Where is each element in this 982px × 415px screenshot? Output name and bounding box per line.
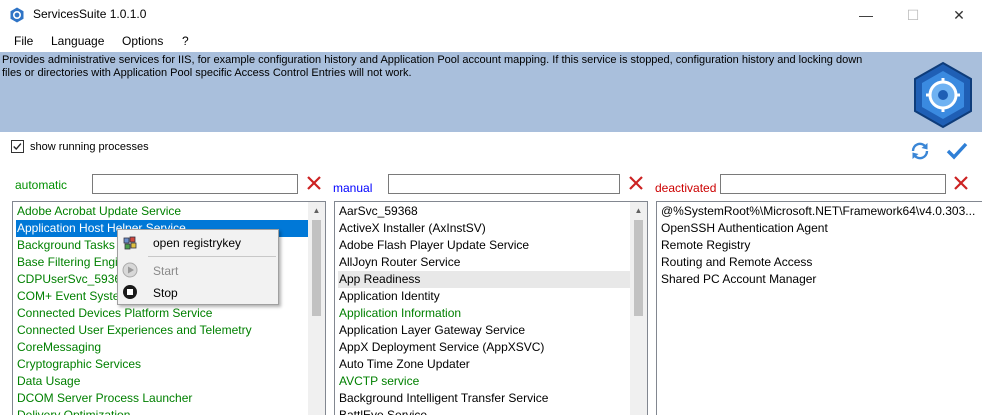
list-item[interactable]: AppX Deployment Service (AppXSVC) [339, 339, 544, 356]
maximize-button[interactable]: ☐ [890, 0, 936, 30]
list-item[interactable]: Connected Devices Platform Service [17, 305, 212, 322]
scroll-thumb[interactable] [312, 220, 321, 316]
stop-icon [123, 285, 137, 299]
scroll-up-icon[interactable]: ▲ [308, 202, 325, 219]
menu-language[interactable]: Language [51, 34, 104, 48]
automatic-label: automatic [15, 178, 68, 192]
list-item[interactable]: CDPUserSvc_59368 [17, 271, 128, 288]
close-button[interactable]: ✕ [936, 0, 982, 30]
list-item[interactable]: AVCTP service [339, 373, 419, 390]
scroll-thumb[interactable] [634, 220, 643, 316]
list-item[interactable]: ActiveX Installer (AxInstSV) [339, 220, 486, 237]
deactivated-services-list[interactable]: @%SystemRoot%\Microsoft.NET\Framework64\… [656, 201, 982, 415]
deactivated-filter-input[interactable] [720, 174, 946, 194]
list-item[interactable]: AllJoyn Router Service [339, 254, 460, 271]
start-menu-item: Start [153, 264, 179, 278]
show-running-checkbox[interactable] [11, 140, 24, 153]
list-item[interactable]: DCOM Server Process Launcher [17, 390, 192, 407]
list-item[interactable]: Adobe Acrobat Update Service [17, 203, 181, 220]
list-item[interactable]: Routing and Remote Access [661, 254, 812, 271]
stop-menu-item[interactable]: Stop [153, 286, 178, 300]
menu-options[interactable]: Options [122, 34, 163, 48]
menu-bar: File Language Options ? [0, 30, 982, 52]
list-item[interactable]: Shared PC Account Manager [661, 271, 816, 288]
list-item[interactable]: CoreMessaging [17, 339, 101, 356]
play-icon [122, 262, 138, 278]
list-item[interactable]: Application Identity [339, 288, 440, 305]
list-item[interactable]: Connected User Experiences and Telemetry [17, 322, 252, 339]
menu-separator [148, 256, 276, 257]
list-item[interactable]: Application Layer Gateway Service [339, 322, 525, 339]
list-item[interactable]: Remote Registry [661, 237, 750, 254]
minimize-button[interactable]: — [843, 0, 889, 30]
automatic-scrollbar[interactable]: ▲ [308, 202, 325, 415]
checkmark-small-icon [13, 143, 22, 151]
list-item[interactable]: Application Information [339, 305, 461, 322]
list-item[interactable]: Auto Time Zone Updater [339, 356, 470, 373]
manual-scrollbar[interactable]: ▲ [630, 202, 647, 415]
list-item[interactable]: Delivery Optimization [17, 407, 130, 415]
list-item[interactable]: Base Filtering Engine [17, 254, 131, 271]
list-item[interactable]: AarSvc_59368 [339, 203, 418, 220]
minimize-icon: — [859, 7, 873, 23]
window-title: ServicesSuite 1.0.1.0 [33, 7, 147, 21]
list-item[interactable]: COM+ Event System [17, 288, 129, 305]
list-item[interactable]: @%SystemRoot%\Microsoft.NET\Framework64\… [661, 203, 975, 220]
registry-icon [123, 236, 137, 250]
clear-deactivated-filter-icon[interactable] [952, 174, 970, 192]
service-context-menu: open registrykey Start Stop [117, 229, 279, 305]
manual-services-list[interactable]: AarSvc_59368 ActiveX Installer (AxInstSV… [334, 201, 648, 415]
manual-filter-input[interactable] [388, 174, 620, 194]
list-item[interactable]: Adobe Flash Player Update Service [339, 237, 529, 254]
list-item[interactable]: App Readiness [338, 271, 630, 288]
list-item[interactable]: Background Intelligent Transfer Service [339, 390, 548, 407]
manual-label: manual [333, 181, 373, 195]
menu-help[interactable]: ? [182, 34, 189, 48]
list-item[interactable]: Data Usage [17, 373, 80, 390]
clear-automatic-filter-icon[interactable] [305, 174, 323, 192]
menu-file[interactable]: File [14, 34, 33, 48]
service-description: Provides administrative services for IIS… [2, 54, 863, 79]
refresh-icon[interactable] [909, 140, 931, 162]
maximize-icon: ☐ [906, 6, 920, 23]
list-item[interactable]: Cryptographic Services [17, 356, 141, 373]
app-logo-icon [914, 61, 972, 129]
scroll-up-icon[interactable]: ▲ [630, 202, 647, 219]
title-bar: ServicesSuite 1.0.1.0 — ☐ ✕ [0, 0, 982, 30]
automatic-filter-input[interactable] [92, 174, 298, 194]
open-registrykey-menu-item[interactable]: open registrykey [153, 236, 241, 250]
description-banner: Provides administrative services for IIS… [0, 52, 982, 132]
deactivated-label: deactivated [655, 181, 717, 195]
close-icon: ✕ [953, 6, 965, 23]
show-running-label: show running processes [30, 141, 149, 153]
app-icon [10, 7, 24, 23]
clear-manual-filter-icon[interactable] [627, 174, 645, 192]
checkmark-icon[interactable] [946, 140, 968, 162]
list-item[interactable]: OpenSSH Authentication Agent [661, 220, 828, 237]
list-item[interactable]: BattlEye Service [339, 407, 427, 415]
